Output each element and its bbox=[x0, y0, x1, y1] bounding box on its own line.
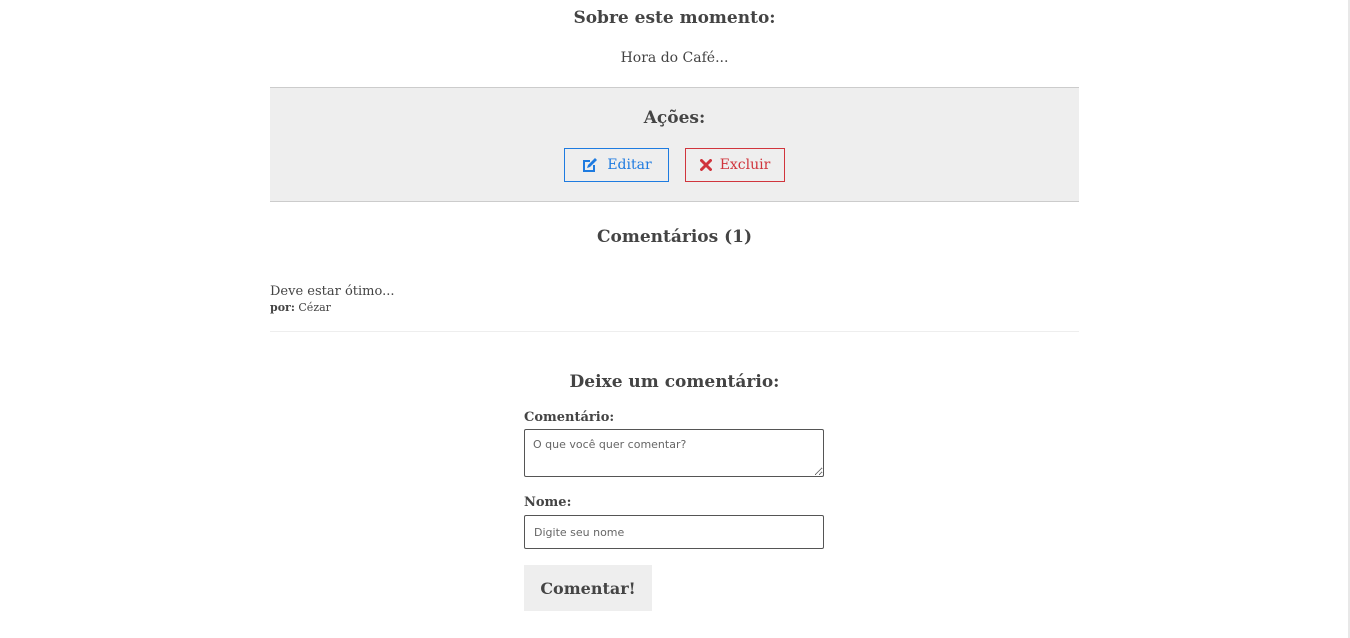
actions-panel: Ações: Editar Excluir bbox=[270, 87, 1079, 202]
edit-button-label: Editar bbox=[607, 157, 652, 173]
comment-form-title: Deixe um comentário: bbox=[569, 372, 780, 392]
delete-button[interactable]: Excluir bbox=[685, 148, 785, 182]
edit-icon bbox=[581, 156, 599, 174]
close-icon bbox=[699, 159, 712, 171]
comment-form: Comentário: Nome: Comentar! bbox=[524, 410, 824, 611]
actions-title: Ações: bbox=[643, 108, 706, 128]
submit-comment-button[interactable]: Comentar! bbox=[524, 565, 652, 611]
comment-author-prefix: por: bbox=[270, 301, 295, 314]
comment-item: Deve estar ótimo... por: Cézar bbox=[270, 283, 1079, 332]
name-input[interactable] bbox=[524, 515, 824, 549]
moment-description: Hora do Café... bbox=[620, 50, 729, 66]
comments-title: Comentários (1) bbox=[596, 227, 753, 247]
name-label: Nome: bbox=[524, 495, 572, 510]
comment-author: Cézar bbox=[298, 301, 331, 314]
comment-text: Deve estar ótimo... bbox=[270, 284, 395, 299]
delete-button-label: Excluir bbox=[719, 157, 771, 173]
about-title: Sobre este momento: bbox=[573, 8, 776, 28]
comment-textarea[interactable] bbox=[524, 429, 824, 477]
comment-label: Comentário: bbox=[524, 410, 615, 425]
edit-button[interactable]: Editar bbox=[564, 148, 669, 182]
comment-author-line: por: Cézar bbox=[270, 301, 1079, 315]
